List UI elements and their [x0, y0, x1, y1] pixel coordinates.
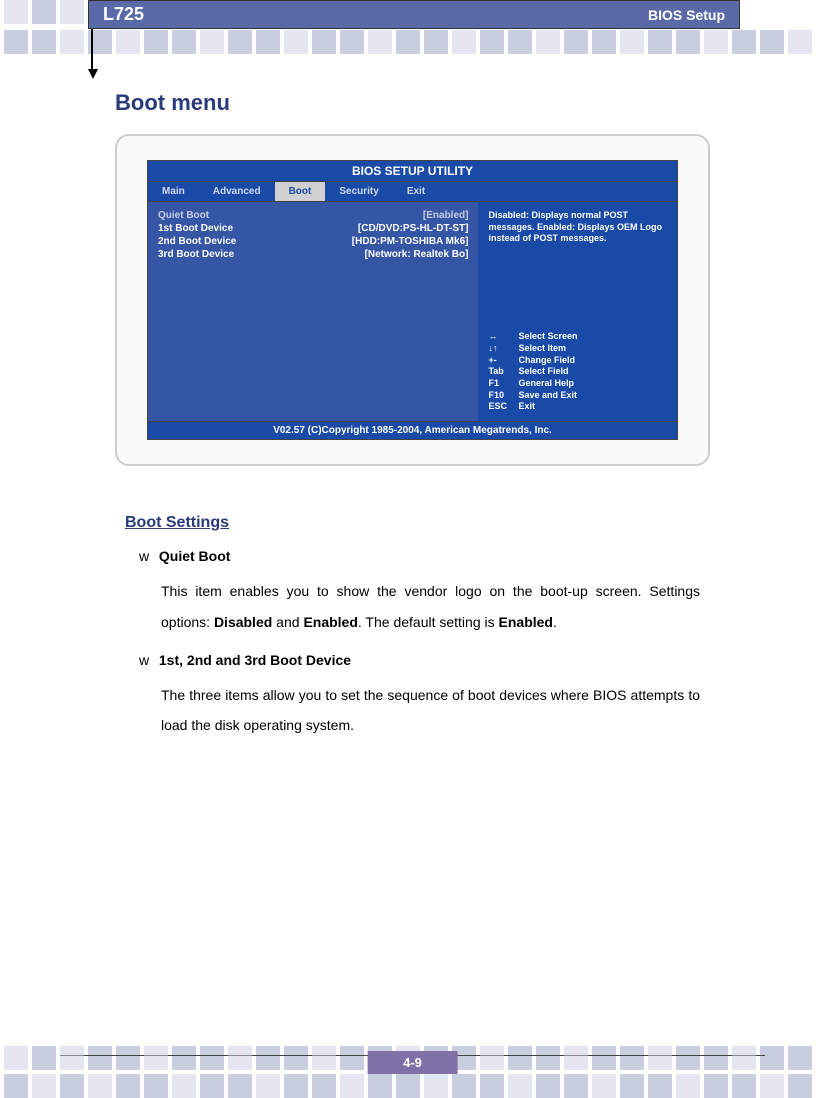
bios-window: BIOS SETUP UTILITY Main Advanced Boot Se… [147, 160, 678, 440]
bios-key-legend: ↔Select Screen ↓↑Select Item +-Change Fi… [488, 331, 667, 413]
bios-label: 3rd Boot Device [158, 249, 234, 260]
arrow-icon [88, 29, 96, 79]
bios-title: BIOS SETUP UTILITY [147, 160, 678, 182]
bios-settings-panel: Quiet Boot [Enabled] 1st Boot Device [CD… [148, 202, 478, 421]
bios-tabs: Main Advanced Boot Security Exit [147, 182, 678, 202]
header-bar: L725 BIOS Setup [88, 0, 740, 29]
bios-value: [Enabled] [423, 210, 469, 221]
setting-item: w Quiet Boot This item enables you to sh… [139, 548, 700, 638]
bullet: w [139, 652, 155, 668]
model-label: L725 [103, 4, 144, 25]
page-title: Boot menu [115, 90, 710, 116]
boot-settings-heading: Boot Settings [125, 514, 700, 532]
page-number: 4-9 [367, 1051, 458, 1074]
bios-tab-security: Security [325, 182, 392, 201]
bullet: w [139, 548, 155, 564]
bios-value: [CD/DVD:PS-HL-DT-ST] [358, 223, 469, 234]
main-content: Boot menu BIOS SETUP UTILITY Main Advanc… [115, 90, 710, 755]
bios-tab-boot: Boot [275, 182, 326, 201]
bios-label: 1st Boot Device [158, 223, 233, 234]
bios-footer: V02.57 (C)Copyright 1985-2004, American … [147, 422, 678, 440]
bios-row: 3rd Boot Device [Network: Realtek Bo] [158, 249, 468, 260]
bios-label: Quiet Boot [158, 210, 209, 221]
bios-row: 1st Boot Device [CD/DVD:PS-HL-DT-ST] [158, 223, 468, 234]
bios-tab-exit: Exit [393, 182, 439, 201]
bios-label: 2nd Boot Device [158, 236, 236, 247]
bios-row: 2nd Boot Device [HDD:PM-TOSHIBA Mk6] [158, 236, 468, 247]
item-title: 1st, 2nd and 3rd Boot Device [159, 652, 351, 668]
item-description: This item enables you to show the vendor… [161, 576, 700, 638]
item-title: Quiet Boot [159, 548, 231, 564]
bios-value: [HDD:PM-TOSHIBA Mk6] [352, 236, 469, 247]
setting-item: w 1st, 2nd and 3rd Boot Device The three… [139, 652, 700, 742]
bios-help-text: Disabled: Displays normal POST messages.… [488, 210, 667, 245]
item-description: The three items allow you to set the seq… [161, 680, 700, 742]
bios-value: [Network: Realtek Bo] [365, 249, 469, 260]
bios-help-panel: Disabled: Displays normal POST messages.… [478, 202, 677, 421]
bios-row: Quiet Boot [Enabled] [158, 210, 468, 221]
section-label: BIOS Setup [648, 7, 725, 23]
bios-tab-advanced: Advanced [199, 182, 275, 201]
bios-tab-main: Main [148, 182, 199, 201]
boot-settings-section: Boot Settings w Quiet Boot This item ena… [115, 514, 710, 741]
bios-screenshot: BIOS SETUP UTILITY Main Advanced Boot Se… [115, 134, 710, 466]
